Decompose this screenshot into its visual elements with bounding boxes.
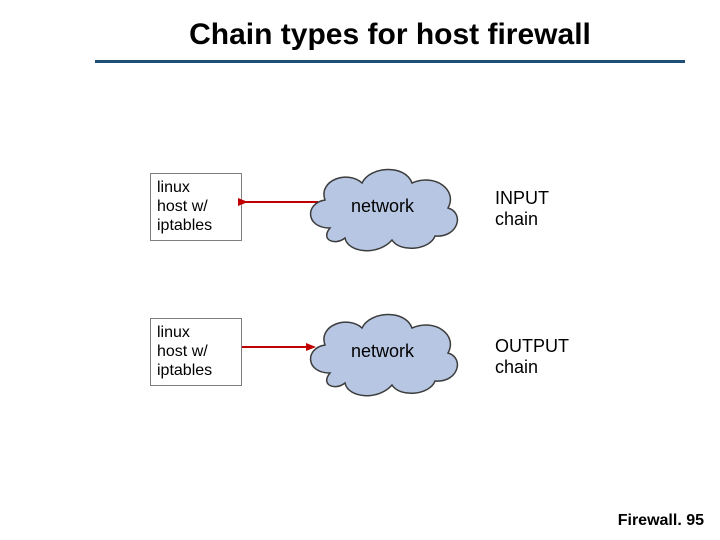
host-box-1: linux host w/ iptables xyxy=(150,173,242,241)
chain-label-input-text: INPUT chain xyxy=(495,188,549,229)
chain-label-output: OUTPUT chain xyxy=(495,336,569,378)
diagram-canvas: linux host w/ iptables network INPUT cha… xyxy=(0,63,720,503)
chain-label-output-text: OUTPUT chain xyxy=(495,336,569,377)
cloud-2-label: network xyxy=(300,341,465,362)
cloud-1-label: network xyxy=(300,196,465,217)
host-box-1-label: linux host w/ iptables xyxy=(157,179,212,234)
footer-page-number: 95 xyxy=(686,512,704,529)
chain-label-input: INPUT chain xyxy=(495,188,549,230)
host-box-2-label: linux host w/ iptables xyxy=(157,324,212,379)
slide-title: Chain types for host firewall xyxy=(100,18,680,52)
slide-footer: Firewall. 95 xyxy=(618,512,704,530)
cloud-1: network xyxy=(300,158,465,258)
footer-prefix: Firewall. xyxy=(618,512,686,529)
host-box-2: linux host w/ iptables xyxy=(150,318,242,386)
title-bar: Chain types for host firewall xyxy=(0,0,720,52)
cloud-2: network xyxy=(300,303,465,403)
